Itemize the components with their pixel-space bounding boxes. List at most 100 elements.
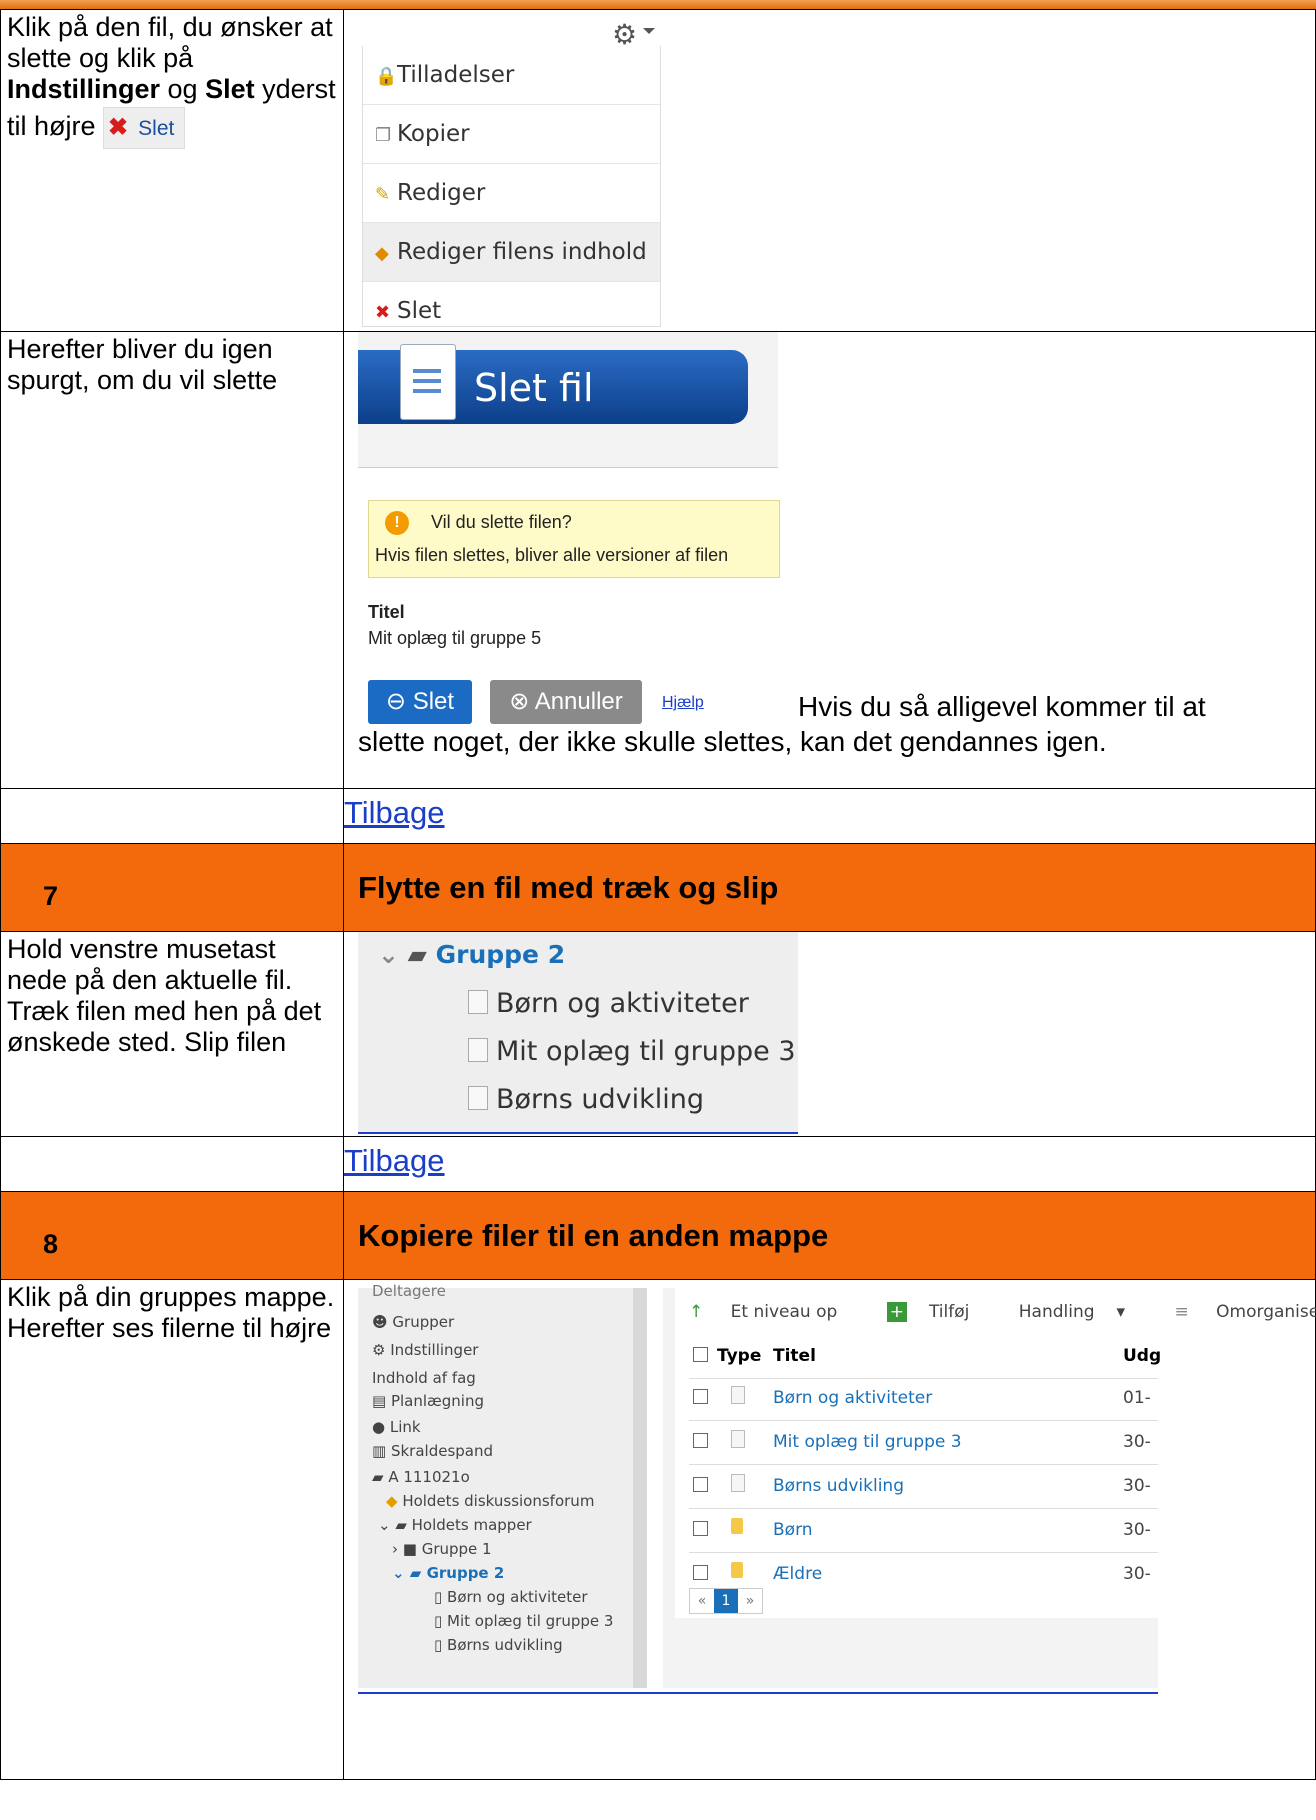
table-header: Type Titel Udg [689, 1334, 1161, 1379]
plus-icon: + [886, 1302, 907, 1322]
row-copy-files: Klik på din gruppes mappe. Herefter ses … [0, 1279, 1316, 1780]
sidebar-file[interactable]: ▯ Børn og aktiviteter [434, 1588, 588, 1606]
table-row[interactable]: Børn 30- [689, 1508, 1158, 1553]
section-number: 7 [43, 881, 59, 911]
instruction-table: Klik på den fil, du ønsker at slette og … [0, 9, 1316, 1780]
table-row[interactable]: Mit oplæg til gruppe 3 30- [689, 1420, 1158, 1465]
action-dropdown[interactable]: Handling ▾ [1019, 1302, 1147, 1322]
folder-open-icon: ▰ [407, 940, 436, 969]
sidebar-file[interactable]: ▯ Mit oplæg til gruppe 3 [434, 1612, 613, 1630]
sidebar-item-groups[interactable]: ☻ Grupper [372, 1313, 454, 1331]
sidebar-item-gruppe-2[interactable]: ⌄ ▰ Gruppe 2 [392, 1564, 504, 1582]
pagination: «1» [689, 1588, 763, 1614]
level-up-button[interactable]: ↑ Et niveau op [689, 1302, 859, 1322]
prev-page-button[interactable]: « [690, 1589, 714, 1613]
sidebar-file[interactable]: ▯ Børns udvikling [434, 1636, 563, 1654]
chevron-down-icon[interactable] [643, 28, 655, 34]
sidebar-item-link[interactable]: ● Link [372, 1418, 421, 1436]
dialog-header: Slet fil [358, 344, 748, 424]
row-checkbox[interactable] [693, 1389, 708, 1404]
title-label: Titel [368, 602, 405, 622]
chevron-down-icon: ⌄ [378, 940, 408, 969]
sidebar-item-folders[interactable]: ⌄ ▰ Holdets mapper [378, 1516, 532, 1534]
row-checkbox[interactable] [693, 1565, 708, 1580]
file-list-area: ↑ Et niveau op + Tilføj Handling ▾ ≡ Omorg… [663, 1288, 1316, 1688]
note-text-1: Hvis du så alligevel kommer til at [798, 691, 1206, 722]
instruction-text: Hold venstre musetast nede på den aktuel… [7, 934, 322, 1057]
sidebar-item-course[interactable]: ▰ A 111021o [372, 1468, 470, 1486]
globe-icon: ● [372, 1418, 390, 1436]
warning-box: ! Vil du slette filen? Hvis filen slette… [368, 500, 780, 578]
section-title: Kopiere filer til en anden mappe [358, 1217, 829, 1253]
section-8-header: 8 Kopiere filer til en anden mappe [0, 1191, 1316, 1280]
sidebar-item-settings[interactable]: ⚙ Indstillinger [372, 1341, 478, 1359]
row-checkbox[interactable] [693, 1521, 708, 1536]
menu-item-copy[interactable]: ❐ Kopier [363, 105, 660, 164]
row-checkbox[interactable] [693, 1433, 708, 1448]
tree-folder-gruppe-2[interactable]: ⌄ ▰ Gruppe 2 [378, 940, 565, 969]
menu-item-permissions[interactable]: 🔒Tilladelser [363, 46, 660, 105]
next-page-button[interactable]: » [738, 1589, 762, 1613]
back-link[interactable]: Tilbage [344, 1143, 445, 1178]
instruction-text: Herefter bliver du igen spurgt, om du vi… [7, 334, 278, 395]
dialog-title: Slet fil [474, 366, 594, 410]
back-row: Tilbage [0, 788, 1316, 844]
cancel-button[interactable]: ⊗ Annuller [490, 680, 642, 724]
warning-icon: ! [385, 511, 409, 535]
select-all-checkbox[interactable] [693, 1347, 708, 1362]
caret-down-icon: ▾ [1116, 1302, 1126, 1322]
folder-tree-screenshot: ⌄ ▰ Gruppe 2 Børn og aktiviteter Mit opl… [358, 932, 798, 1134]
sidebar-item-trash[interactable]: ▥ Skraldespand [372, 1442, 493, 1460]
list-icon: ≡ [1174, 1302, 1195, 1322]
back-link[interactable]: Tilbage [344, 795, 445, 830]
arrow-up-icon: ↑ [689, 1302, 709, 1322]
pencil-icon: ✎ [375, 184, 391, 205]
file-icon [731, 1474, 745, 1492]
instruction-text: Klik på din gruppes mappe. Herefter ses … [7, 1282, 335, 1343]
add-button[interactable]: + Tilføj [886, 1302, 992, 1322]
menu-item-edit[interactable]: ✎ Rediger [363, 164, 660, 223]
file-toolbar: ↑ Et niveau op + Tilføj Handling ▾ ≡ Omorg… [689, 1302, 1316, 1322]
file-icon [731, 1386, 745, 1404]
puzzle-icon: ◆ [375, 243, 389, 264]
users-icon: ☻ [372, 1313, 393, 1331]
reorganize-button[interactable]: ≡ Omorganise [1175, 1302, 1316, 1322]
file-icon: ▯ [434, 1588, 448, 1606]
delete-button[interactable]: ⊖ Slet [368, 680, 472, 724]
help-link[interactable]: Hjælp [662, 694, 704, 712]
file-icon [731, 1430, 745, 1448]
row-delete-step-1: Klik på den fil, du ønsker at slette og … [0, 9, 1316, 341]
file-icon [468, 990, 488, 1014]
lock-icon: 🔒 [375, 66, 398, 87]
file-icon: ▯ [434, 1612, 448, 1630]
sidebar-item[interactable]: Deltagere [372, 1282, 446, 1300]
file-icon [468, 1038, 488, 1062]
folder-icon [731, 1518, 743, 1534]
forum-icon: ◆ [386, 1492, 403, 1510]
file-icon: ▯ [434, 1636, 448, 1654]
title-value: Mit oplæg til gruppe 5 [368, 628, 542, 648]
sidebar-item-gruppe-1[interactable]: › ■ Gruppe 1 [392, 1540, 492, 1558]
sidebar-item-content[interactable]: Indhold af fag [372, 1369, 476, 1387]
tree-file[interactable]: Børn og aktiviteter [468, 988, 749, 1019]
folder-icon [731, 1562, 743, 1578]
section-title: Flytte en fil med træk og slip [358, 869, 779, 905]
tree-file[interactable]: Mit oplæg til gruppe 3 [468, 1036, 796, 1067]
table-row[interactable]: Børn og aktiviteter 01- [689, 1376, 1158, 1421]
page-1-button[interactable]: 1 [714, 1589, 738, 1613]
menu-item-edit-content[interactable]: ◆ Rediger filens indhold [363, 223, 660, 282]
table-row[interactable]: Børns udvikling 30- [689, 1464, 1158, 1509]
row-delete-step-2: Herefter bliver du igen spurgt, om du vi… [0, 331, 1316, 789]
document: Klik på den fil, du ønsker at slette og … [0, 9, 1316, 1780]
close-icon: ✖ [108, 114, 129, 141]
folder-open-icon: ▰ [372, 1468, 389, 1486]
row-checkbox[interactable] [693, 1477, 708, 1492]
tree-file[interactable]: Børns udvikling [468, 1084, 704, 1115]
row-move-file: Hold venstre musetast nede på den aktuel… [0, 931, 1316, 1137]
sidebar-item-forum[interactable]: ◆ Holdets diskussionsforum [386, 1492, 594, 1510]
trash-icon: ▥ [372, 1442, 391, 1460]
document-icon [400, 344, 456, 420]
minus-circle-icon: ⊖ [385, 688, 413, 715]
sidebar-item-planning[interactable]: ▤ Planlægning [372, 1392, 484, 1410]
slet-button-sample: ✖ Slet [103, 107, 186, 149]
